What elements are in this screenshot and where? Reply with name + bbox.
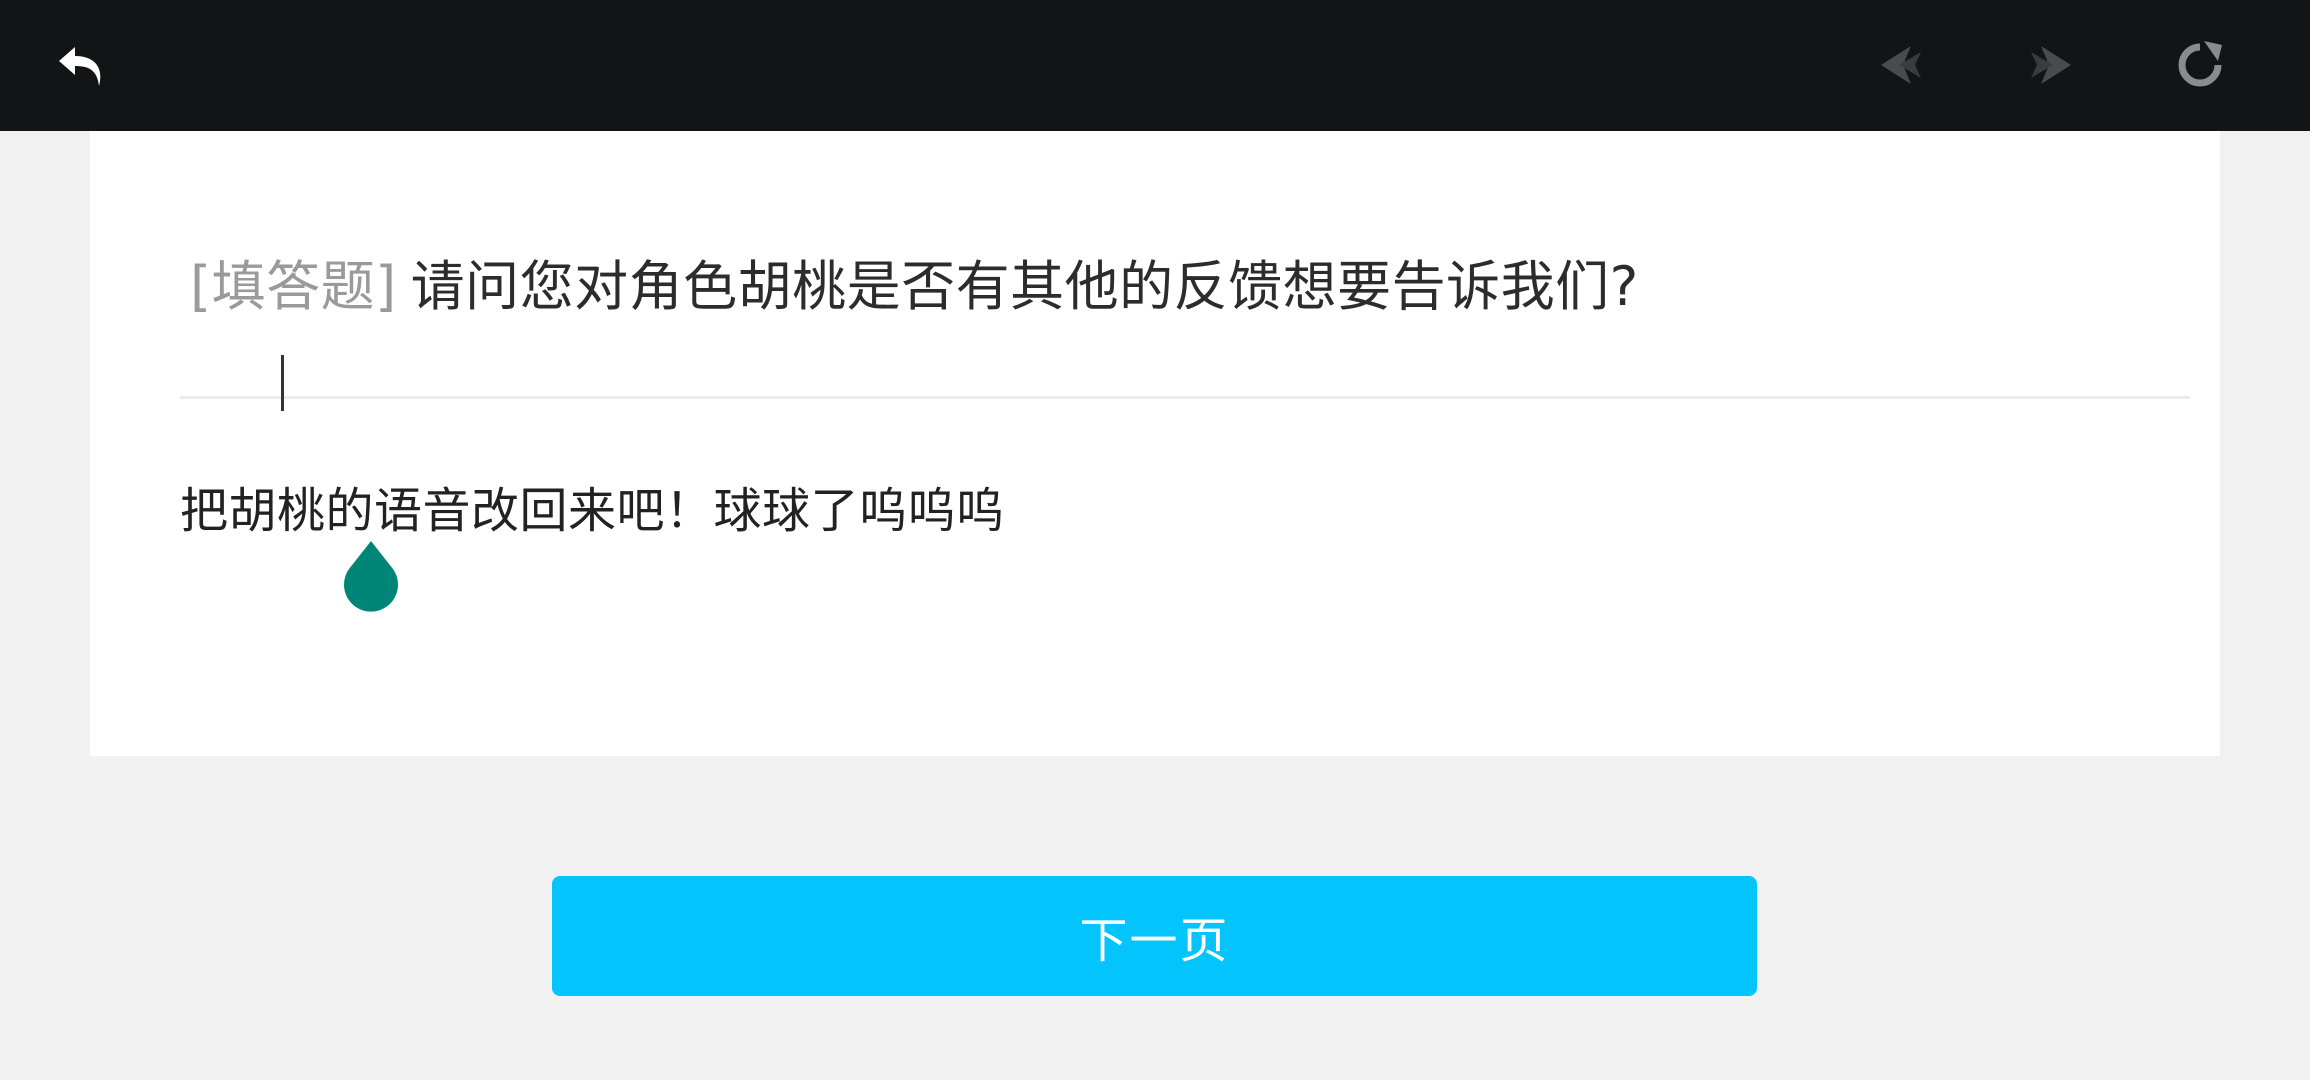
refresh-button[interactable] <box>2150 15 2250 115</box>
next-page-button[interactable]: 下一页 <box>552 876 1757 996</box>
question-title: [填答题] 请问您对角色胡桃是否有其他的反馈想要告诉我们? <box>190 242 1639 321</box>
answer-text: 把胡桃的语音改回来吧！球球了呜呜呜 <box>180 483 1005 539</box>
question-type-label: [填答题] <box>190 255 397 318</box>
refresh-icon <box>2178 41 2222 87</box>
next-page-icon <box>2031 46 2071 84</box>
question-text: 请问您对角色胡桃是否有其他的反馈想要告诉我们? <box>410 255 1639 318</box>
answer-textarea[interactable]: 把胡桃的语音改回来吧！球球了呜呜呜 <box>180 471 2180 591</box>
back-button[interactable] <box>33 17 133 117</box>
undo-arrow-icon <box>59 47 101 86</box>
text-caret <box>281 355 284 411</box>
question-card: [填答题] 请问您对角色胡桃是否有其他的反馈想要告诉我们? 把胡桃的语音改回来吧！… <box>90 131 2220 756</box>
prev-page-button[interactable] <box>1852 15 1952 115</box>
cursor-handle-icon[interactable] <box>341 541 401 616</box>
top-toolbar <box>0 0 2310 131</box>
divider <box>180 396 2190 399</box>
prev-page-icon <box>1881 46 1921 84</box>
next-page-nav-button[interactable] <box>2000 15 2100 115</box>
